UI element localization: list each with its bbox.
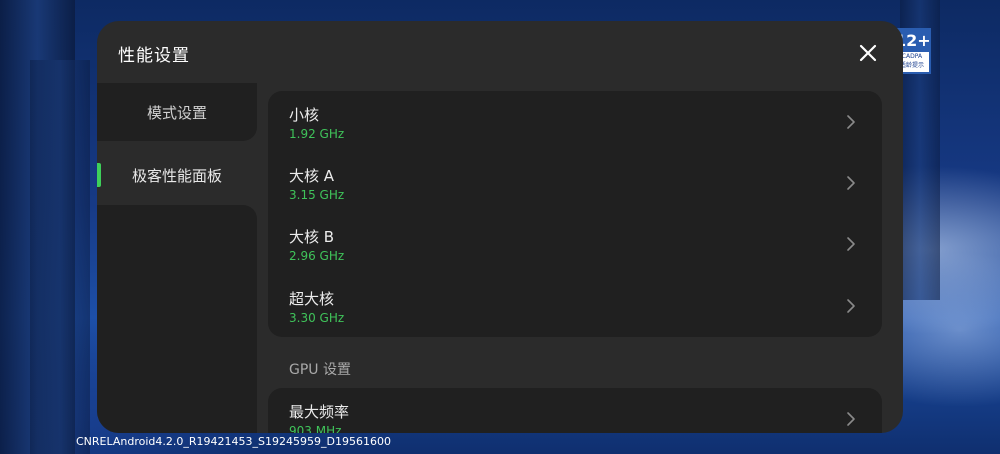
row-label: 最大频率 bbox=[289, 403, 350, 421]
settings-content: 小核 1.92 GHz 大核 A 3.15 GHz 大核 B 2.96 GHz bbox=[268, 91, 882, 433]
chevron-right-icon bbox=[847, 176, 855, 190]
row-label: 大核 A bbox=[289, 167, 335, 185]
panel-title: 性能设置 bbox=[118, 46, 190, 66]
chevron-right-icon bbox=[847, 299, 855, 313]
row-value: 2.96 GHz bbox=[289, 249, 345, 263]
row-label: 大核 B bbox=[289, 228, 335, 246]
gpu-section-title: GPU 设置 bbox=[289, 362, 351, 378]
row-label: 超大核 bbox=[289, 290, 335, 308]
sidebar-item-label: 模式设置 bbox=[146, 103, 207, 122]
background-tower bbox=[30, 60, 90, 454]
row-value: 1.92 GHz bbox=[289, 127, 345, 141]
row-label: 小核 bbox=[289, 106, 320, 124]
chevron-right-icon bbox=[847, 115, 855, 129]
gpu-row-max-frequency[interactable]: 最大频率 903 MHz bbox=[268, 388, 882, 433]
sidebar-empty-area bbox=[97, 205, 257, 433]
cpu-row-big-core-a[interactable]: 大核 A 3.15 GHz bbox=[268, 152, 882, 214]
close-button[interactable] bbox=[853, 38, 883, 68]
chevron-right-icon bbox=[847, 237, 855, 251]
cpu-settings-card: 小核 1.92 GHz 大核 A 3.15 GHz 大核 B 2.96 GHz bbox=[268, 91, 882, 337]
sidebar-item-mode-settings[interactable]: 模式设置 bbox=[97, 83, 257, 141]
performance-settings-panel: 性能设置 模式设置 极客性能面板 小核 1.92 GHz 大核 A 3.15 G… bbox=[97, 21, 903, 433]
cpu-row-prime-core[interactable]: 超大核 3.30 GHz bbox=[268, 275, 882, 337]
chevron-right-icon bbox=[847, 412, 855, 426]
sidebar-item-geek-performance-panel[interactable]: 极客性能面板 bbox=[97, 145, 257, 205]
row-value: 903 MHz bbox=[289, 424, 342, 433]
sidebar-item-label: 极客性能面板 bbox=[131, 166, 222, 185]
close-icon bbox=[859, 44, 877, 62]
cpu-row-little-core[interactable]: 小核 1.92 GHz bbox=[268, 91, 882, 153]
gpu-settings-card: 最大频率 903 MHz bbox=[268, 388, 882, 433]
cpu-row-big-core-b[interactable]: 大核 B 2.96 GHz bbox=[268, 213, 882, 275]
active-indicator bbox=[97, 163, 101, 187]
row-value: 3.15 GHz bbox=[289, 188, 345, 202]
row-value: 3.30 GHz bbox=[289, 311, 345, 325]
build-version-text: CNRELAndroid4.2.0_R19421453_S19245959_D1… bbox=[76, 435, 391, 448]
sidebar: 模式设置 极客性能面板 bbox=[97, 83, 257, 433]
